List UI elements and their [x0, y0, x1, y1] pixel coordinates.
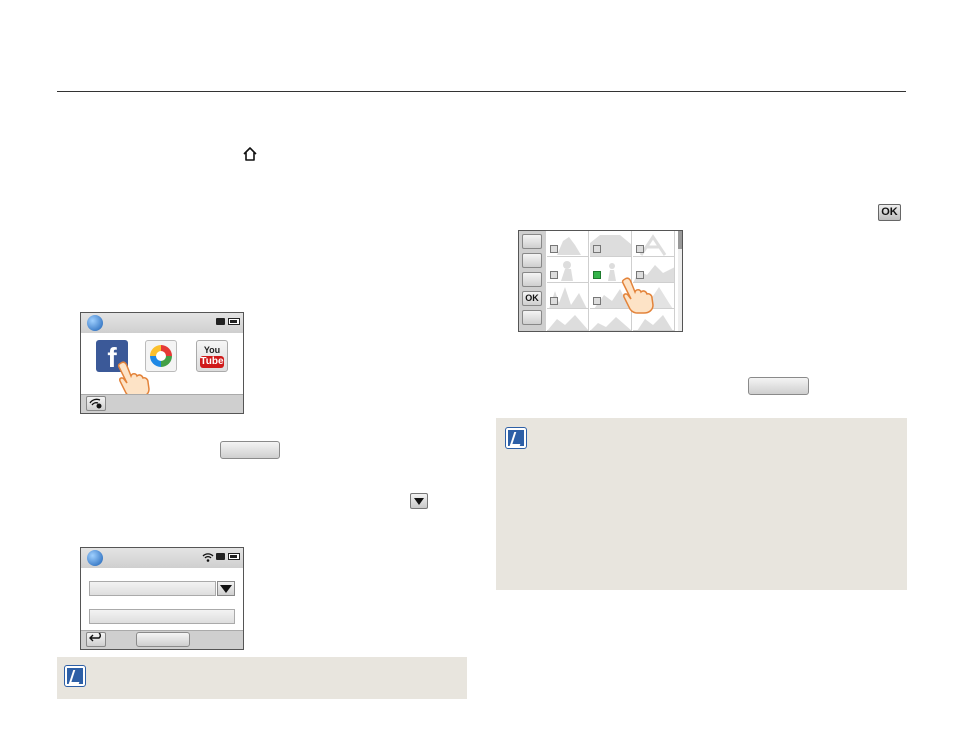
note-icon — [505, 427, 527, 449]
login-screen — [80, 547, 244, 650]
screen-bottom-bar — [81, 630, 243, 649]
thumbnail[interactable] — [590, 231, 632, 257]
memory-card-icon — [216, 318, 225, 325]
photo-silhouette-icon — [557, 237, 581, 255]
dropdown-arrow-icon — [410, 493, 428, 509]
thumbnail[interactable] — [633, 231, 675, 257]
account-dropdown-arrow-icon[interactable] — [217, 581, 235, 596]
touch-hand-icon — [621, 277, 654, 314]
thumb-checkbox[interactable] — [550, 271, 558, 279]
thumb-checkbox[interactable] — [636, 245, 644, 253]
select-mode-button[interactable] — [522, 272, 542, 287]
thumbnail[interactable] — [547, 283, 589, 309]
note-icon — [64, 665, 86, 687]
wifi-settings-icon — [89, 398, 102, 409]
screen-status-bar — [81, 548, 243, 568]
back-arrow-icon — [89, 632, 101, 642]
gallery-scrollbar[interactable] — [678, 231, 682, 331]
ok-button-icon: OK — [878, 204, 901, 221]
battery-icon — [228, 553, 240, 560]
screen-status-bar — [81, 313, 243, 333]
screen-bottom-bar — [81, 394, 243, 413]
youtube-app-icon[interactable]: You Tube — [196, 340, 228, 372]
sns-selection-screen: f You Tube — [80, 312, 244, 414]
photo-silhouette-icon — [547, 315, 588, 330]
note-box-right — [496, 418, 907, 590]
back-button[interactable] — [522, 310, 542, 325]
wifi-icon — [202, 553, 214, 562]
battery-icon — [228, 318, 240, 325]
gallery-screen: OK — [518, 230, 683, 332]
note-box-left — [57, 657, 467, 699]
screen-button-inline[interactable] — [220, 441, 280, 459]
photo-silhouette-icon — [561, 261, 573, 281]
thumb-checkbox[interactable] — [550, 297, 558, 305]
youtube-tube-text: Tube — [200, 356, 224, 368]
thumb-checkbox-checked[interactable] — [593, 271, 601, 279]
screen-button-inline[interactable] — [748, 377, 809, 395]
ok-button[interactable]: OK — [522, 291, 542, 306]
thumb-checkbox[interactable] — [593, 245, 601, 253]
globe-icon — [87, 550, 103, 566]
youtube-you-text: You — [203, 345, 221, 355]
thumbnail[interactable] — [547, 309, 589, 331]
touch-hand-icon — [117, 361, 150, 398]
scrollbar-thumb[interactable] — [678, 231, 682, 249]
header-divider — [57, 91, 906, 92]
thumbnail[interactable] — [547, 231, 589, 257]
login-confirm-button[interactable] — [136, 632, 190, 647]
photo-silhouette-icon — [549, 287, 587, 308]
back-button[interactable] — [86, 632, 106, 647]
thumb-checkbox[interactable] — [593, 297, 601, 305]
memory-card-icon — [216, 553, 225, 560]
share-mode-button[interactable] — [522, 253, 542, 268]
password-field[interactable] — [89, 609, 235, 624]
photo-silhouette-icon — [590, 235, 631, 256]
thumbnail[interactable] — [547, 257, 589, 283]
globe-icon — [87, 315, 103, 331]
play-view-button[interactable] — [522, 234, 542, 249]
account-select-field[interactable] — [89, 581, 216, 596]
thumb-checkbox[interactable] — [550, 245, 558, 253]
wifi-settings-button[interactable] — [86, 396, 106, 411]
home-icon — [243, 147, 257, 161]
photo-silhouette-icon — [639, 234, 667, 256]
